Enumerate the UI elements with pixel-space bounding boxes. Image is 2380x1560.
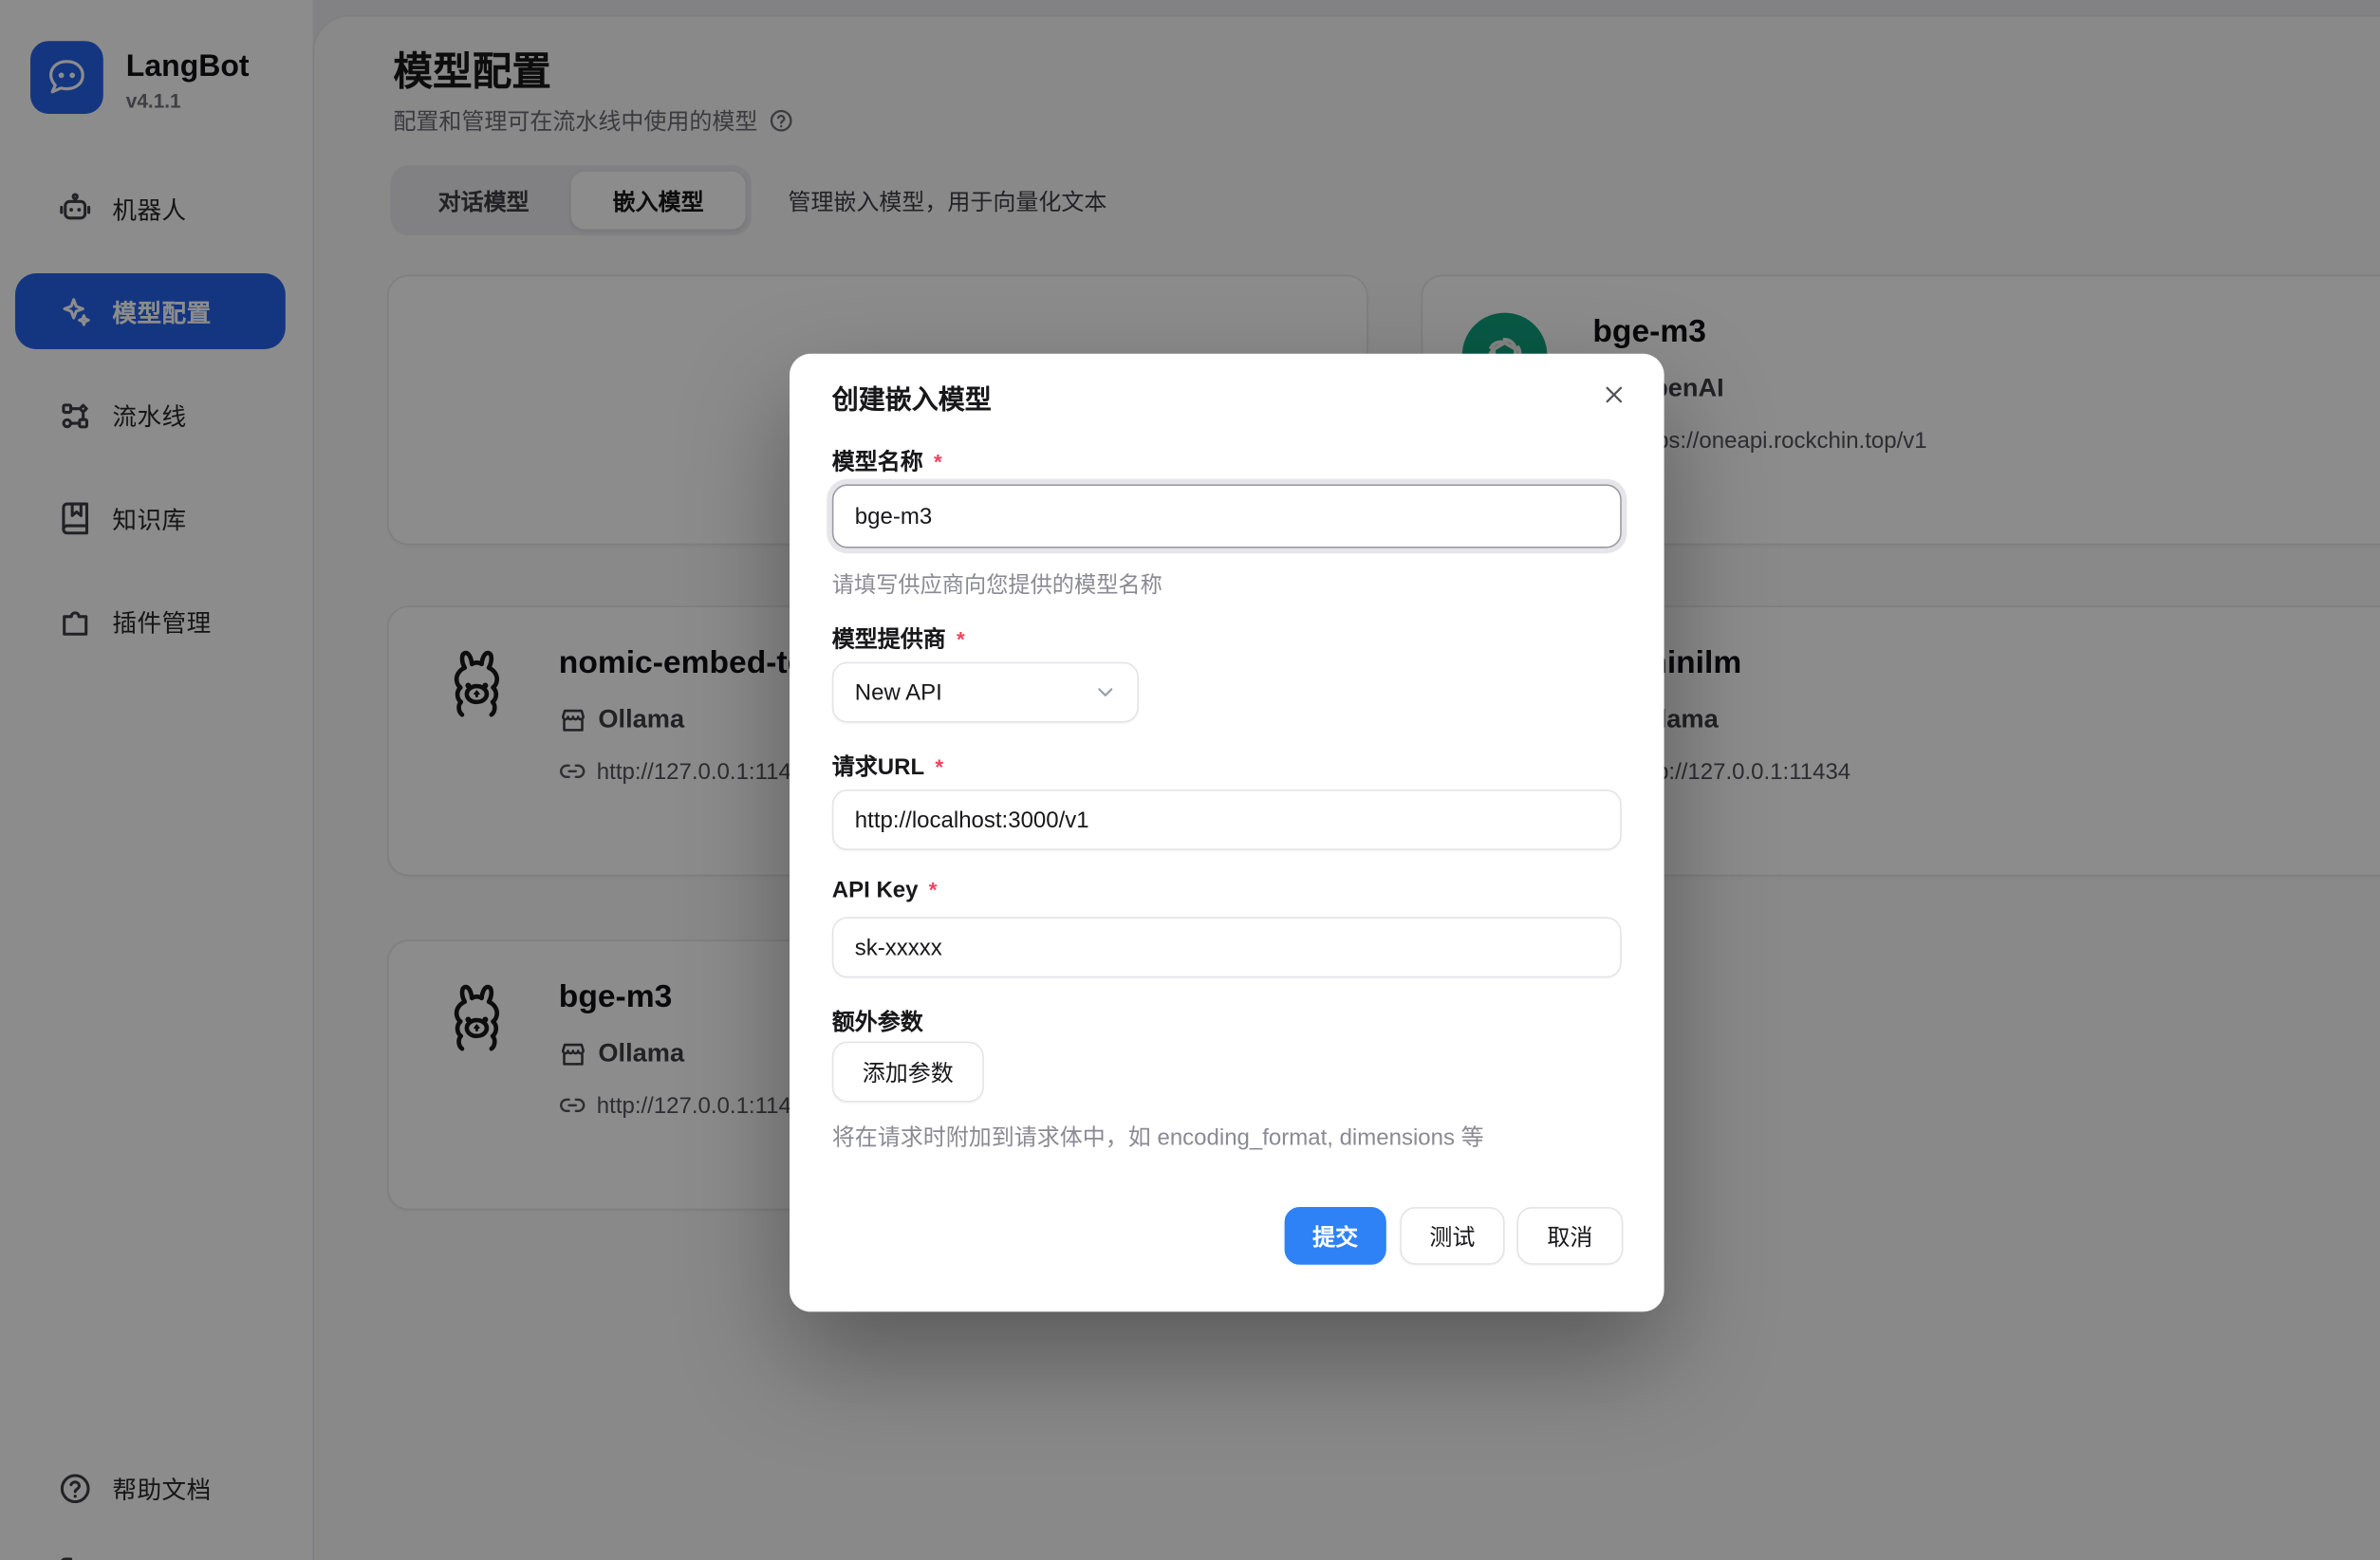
model-name-helper: 请填写供应商向您提供的模型名称 xyxy=(832,567,1162,600)
test-button[interactable]: 测试 xyxy=(1400,1207,1504,1265)
api-key-input[interactable] xyxy=(832,917,1622,977)
cancel-button[interactable]: 取消 xyxy=(1516,1207,1623,1265)
request-url-input[interactable] xyxy=(832,789,1622,850)
provider-select[interactable]: New API xyxy=(832,662,1139,723)
request-url-label: 请求URL xyxy=(832,754,924,780)
extra-params-helper: 将在请求时附加到请求体中，如 encoding_format, dimensio… xyxy=(832,1121,1484,1153)
chevron-down-icon xyxy=(1093,680,1118,705)
required-mark: * xyxy=(929,878,938,902)
provider-label: 模型提供商 xyxy=(832,627,946,653)
model-name-label: 模型名称 xyxy=(832,450,923,475)
required-mark: * xyxy=(957,627,965,652)
api-key-label: API Key xyxy=(832,878,919,903)
close-icon[interactable] xyxy=(1594,375,1634,415)
add-param-button[interactable]: 添加参数 xyxy=(832,1042,984,1103)
provider-select-value: New API xyxy=(855,679,942,705)
create-embedding-model-dialog: 创建嵌入模型 模型名称 * 请填写供应商向您提供的模型名称 模型提供商 * New … xyxy=(790,354,1664,1312)
extra-params-label: 额外参数 xyxy=(832,1010,923,1035)
submit-button[interactable]: 提交 xyxy=(1285,1207,1386,1265)
required-mark: * xyxy=(935,754,943,779)
model-name-input[interactable] xyxy=(832,484,1622,548)
dialog-title: 创建嵌入模型 xyxy=(832,380,992,418)
app-window: LangBot v4.1.1 机器人 xyxy=(0,0,2380,1560)
required-mark: * xyxy=(934,450,942,474)
